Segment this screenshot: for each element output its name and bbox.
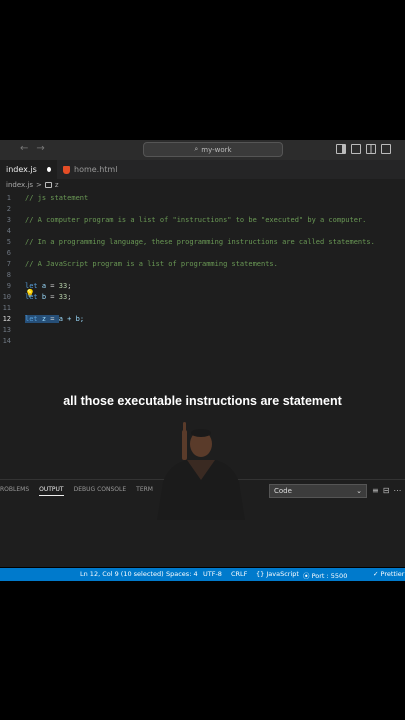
nav-arrows: ← →	[20, 143, 45, 154]
clear-output-icon[interactable]: ⊟	[383, 486, 390, 495]
encoding[interactable]: UTF-8	[203, 570, 222, 578]
command-center-search[interactable]: ⌕ my-work	[143, 142, 283, 157]
line-number: 14	[2, 336, 11, 345]
token: =	[46, 314, 59, 323]
code-line[interactable]: 13	[0, 324, 375, 335]
title-bar: ← → ⌕ my-work	[0, 140, 405, 160]
breadcrumb: index.js > z	[6, 181, 59, 189]
code-line[interactable]: 7 // A JavaScript program is a list of pr…	[0, 258, 375, 269]
broadcast-icon: ⦿	[303, 572, 310, 580]
panel-tabs: ROBLEMS OUTPUT DEBUG CONSOLE TERM	[0, 486, 163, 496]
token: let	[25, 314, 38, 323]
braces-icon: {}	[256, 570, 265, 578]
tab-terminal[interactable]: TERM	[136, 486, 153, 496]
code-line[interactable]: 5 // In a programming language, these pro…	[0, 236, 375, 247]
code-line[interactable]: 1 // js statement	[0, 192, 375, 203]
tab-label: index.js	[6, 165, 37, 174]
select-value: Code	[274, 487, 292, 495]
language-mode[interactable]: {} JavaScript	[256, 570, 299, 578]
code-line[interactable]: 12 let z = a + b;	[0, 313, 375, 324]
toggle-panel-icon[interactable]	[351, 144, 361, 154]
forward-arrow-icon[interactable]: →	[36, 143, 44, 154]
search-icon: ⌕	[194, 145, 199, 153]
line-text: let z = a + b;	[25, 314, 85, 323]
code-line[interactable]: 11	[0, 302, 375, 313]
code-line[interactable]: 8	[0, 269, 375, 280]
line-text: // A JavaScript program is a list of pro…	[25, 259, 278, 268]
line-text: // A computer program is a list of "inst…	[25, 215, 367, 224]
line-number: 13	[2, 325, 11, 334]
token: a + b;	[58, 314, 85, 323]
indentation[interactable]: Spaces: 4	[166, 570, 198, 578]
layout-controls	[336, 144, 391, 154]
line-number: 9	[6, 281, 11, 290]
customize-layout-icon[interactable]	[381, 144, 391, 154]
line-number: 11	[2, 303, 11, 312]
token: 33	[58, 281, 68, 290]
token: =	[46, 292, 59, 301]
unsaved-dot-icon[interactable]	[46, 167, 51, 172]
line-text: // In a programming language, these prog…	[25, 237, 375, 246]
more-actions-icon[interactable]: ⋯	[393, 486, 401, 495]
live-server-port[interactable]: ⦿ Port : 5500	[303, 570, 347, 580]
video-caption: all those executable instructions are st…	[63, 394, 342, 408]
line-number: 1	[6, 193, 11, 202]
tab-problems[interactable]: ROBLEMS	[0, 486, 29, 496]
line-number: 12	[2, 314, 11, 323]
status-bar: Ln 12, Col 9 (10 selected) Spaces: 4 UTF…	[0, 568, 405, 581]
line-number: 5	[6, 237, 11, 246]
html5-icon	[63, 165, 70, 174]
presenter-video-overlay	[157, 422, 245, 520]
filter-lines-icon[interactable]: ≡	[372, 486, 379, 495]
line-number: 2	[6, 204, 11, 213]
panel-actions: ≡ ⊟ ⋯	[372, 486, 401, 495]
symbol-icon	[44, 182, 52, 188]
line-text: // js statement	[25, 193, 89, 202]
breadcrumb-symbol[interactable]: z	[55, 181, 59, 189]
tab-home-html[interactable]: home.html	[57, 160, 123, 179]
code-line[interactable]: 10 let b = 33;	[0, 291, 375, 302]
prettier-status[interactable]: ✓ Prettier	[373, 570, 404, 578]
toggle-secondary-sidebar-icon[interactable]	[366, 144, 376, 154]
code-lines[interactable]: 1 // js statement 2 3 // A computer program …	[0, 192, 375, 346]
chevron-down-icon: ⌄	[356, 487, 362, 495]
tab-index-js[interactable]: index.js	[0, 160, 57, 179]
code-line[interactable]: 6	[0, 247, 375, 258]
search-text: my-work	[201, 145, 232, 154]
code-line[interactable]: 9 let a = 33;	[0, 280, 375, 291]
code-line[interactable]: 3 // A computer program is a list of "ins…	[0, 214, 375, 225]
line-number: 8	[6, 270, 11, 279]
line-number: 7	[6, 259, 11, 268]
toggle-sidebar-icon[interactable]	[336, 144, 346, 154]
output-channel-select[interactable]: Code ⌄	[269, 484, 367, 498]
tab-debug-console[interactable]: DEBUG CONSOLE	[74, 486, 127, 496]
token: 33	[58, 292, 68, 301]
tab-label: home.html	[74, 165, 118, 174]
breadcrumb-separator: >	[35, 181, 42, 189]
line-number: 3	[6, 215, 11, 224]
line-number: 4	[6, 226, 11, 235]
editor-tabs: index.js home.html	[0, 160, 405, 179]
code-line[interactable]: 4	[0, 225, 375, 236]
line-number: 10	[2, 292, 11, 301]
token: ;	[67, 281, 72, 290]
back-arrow-icon[interactable]: ←	[20, 143, 28, 154]
code-line[interactable]: 14	[0, 335, 375, 346]
line-ending[interactable]: CRLF	[231, 570, 247, 578]
line-number: 6	[6, 248, 11, 257]
token: =	[46, 281, 59, 290]
check-double-icon: ✓	[373, 570, 379, 578]
cursor-position[interactable]: Ln 12, Col 9 (10 selected)	[80, 570, 164, 578]
breadcrumb-file[interactable]: index.js	[6, 181, 33, 189]
code-line[interactable]: 2	[0, 203, 375, 214]
tab-output[interactable]: OUTPUT	[39, 486, 64, 496]
lightbulb-icon[interactable]: 💡	[25, 289, 35, 298]
token: ;	[67, 292, 72, 301]
